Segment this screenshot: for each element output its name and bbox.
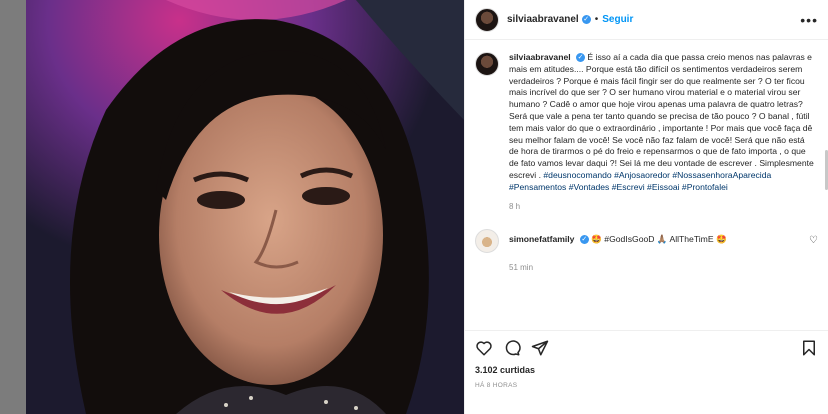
follow-button[interactable]: Seguir xyxy=(602,14,633,25)
action-bar: 3.102 curtidas HÁ 8 HORAS xyxy=(465,330,828,389)
comments-area[interactable]: silviaabravanel ✓ É isso aí a cada dia q… xyxy=(465,40,828,328)
author-avatar[interactable] xyxy=(475,7,499,32)
comment-username[interactable]: simonefatfamily xyxy=(509,234,574,244)
caption-text: silviaabravanel ✓ É isso aí a cada dia q… xyxy=(509,52,815,194)
comment-item: simonefatfamily ✓ 🤩 #GodIsGooD 🙏🏽 AllThe… xyxy=(475,228,818,253)
likes-count[interactable]: 3.102 curtidas xyxy=(475,365,818,375)
author-username[interactable]: silviaabravanel xyxy=(507,14,579,25)
post-sidebar: silviaabravanel ✓ • Seguir ••• silviaabr… xyxy=(464,0,828,414)
caption-hashtags[interactable]: #deusnocomando #Anjosaoredor #Nossasenho… xyxy=(509,170,771,192)
caption-avatar[interactable] xyxy=(475,52,499,76)
verified-badge-icon: ✓ xyxy=(576,53,586,63)
caption-username[interactable]: silviaabravanel xyxy=(509,52,571,62)
share-icon[interactable] xyxy=(531,339,549,357)
comment-like-icon[interactable]: ♡ xyxy=(809,235,818,246)
more-options-icon[interactable]: ••• xyxy=(800,12,818,28)
posted-time: HÁ 8 HORAS xyxy=(475,382,518,389)
photo-illustration xyxy=(26,0,464,414)
action-icons xyxy=(475,339,818,357)
post-photo[interactable] xyxy=(26,0,464,414)
caption-time: 8 h xyxy=(509,201,521,211)
comment-body: 🤩 #GodIsGooD 🙏🏽 AllTheTimE 🤩 xyxy=(591,233,727,244)
heart-icon[interactable] xyxy=(475,339,493,357)
post-modal: silviaabravanel ✓ • Seguir ••• silviaabr… xyxy=(26,0,828,414)
verified-badge-icon: ✓ xyxy=(581,15,591,24)
post-header: silviaabravanel ✓ • Seguir ••• xyxy=(465,0,828,40)
comment-time: 51 min xyxy=(509,262,534,272)
comment-icon[interactable] xyxy=(503,339,521,357)
bookmark-icon[interactable] xyxy=(800,339,818,357)
commenter-avatar[interactable] xyxy=(475,228,499,253)
header-separator: • xyxy=(594,14,599,25)
comment-text: simonefatfamily ✓ 🤩 #GodIsGooD 🙏🏽 AllThe… xyxy=(509,234,727,245)
caption-body: É isso aí a cada dia que passa creio men… xyxy=(509,52,814,180)
verified-badge-icon: ✓ xyxy=(579,234,589,244)
caption: silviaabravanel ✓ É isso aí a cada dia q… xyxy=(475,52,818,194)
